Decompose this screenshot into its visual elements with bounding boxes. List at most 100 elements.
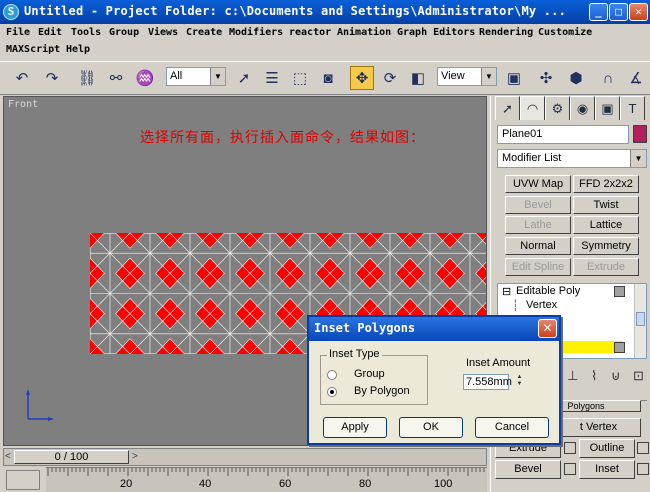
modifier-list-label: Modifier List — [502, 152, 562, 164]
viewport-label[interactable]: Front — [8, 99, 38, 110]
ok-button[interactable]: OK — [399, 417, 463, 438]
display-tab-icon[interactable]: ▣ — [595, 96, 620, 120]
menu-group[interactable]: Group — [109, 27, 139, 38]
select-and-manipulate-icon[interactable]: ✣ — [534, 66, 558, 90]
reference-coordinate-dropdown[interactable]: View ▼ — [437, 67, 497, 86]
configure-sets-icon[interactable]: ⊡ — [633, 368, 644, 384]
menu-modifiers[interactable]: Modifiers — [229, 27, 283, 38]
radio-by-polygon[interactable] — [327, 387, 337, 397]
select-and-link-icon[interactable]: ⛓ — [75, 66, 99, 90]
create-tab-icon[interactable]: ➚ — [495, 96, 520, 120]
outline-button[interactable]: Outline — [579, 439, 635, 458]
modifier-button-lattice[interactable]: Lattice — [573, 216, 639, 234]
object-name-field[interactable]: Plane01 — [497, 125, 629, 144]
close-window-button[interactable]: ✕ — [629, 3, 648, 21]
apply-button[interactable]: Apply — [323, 417, 387, 438]
modify-tab-icon[interactable]: ◠ — [520, 96, 545, 120]
command-panel-tabs: ➚ ◠ ⚙ ◉ ▣ T — [495, 96, 647, 120]
cancel-button[interactable]: Cancel — [475, 417, 549, 438]
selection-filter-dropdown[interactable]: All ▼ — [166, 67, 226, 86]
stack-item-toggle-icon[interactable] — [614, 286, 625, 297]
extrude-settings-icon[interactable] — [564, 442, 576, 454]
key-filter-icon[interactable] — [6, 470, 40, 490]
pin-stack-icon[interactable]: ⊥ — [567, 368, 578, 384]
radio-group-label[interactable]: Group — [354, 368, 385, 380]
selection-filter-value: All — [170, 70, 183, 82]
inset-amount-spinner[interactable]: 7.558mm — [463, 374, 512, 390]
chevron-down-icon: ▼ — [630, 150, 646, 167]
menu-customize[interactable]: Customize — [538, 27, 592, 38]
bevel-button[interactable]: Bevel — [495, 460, 561, 479]
select-and-move-icon[interactable]: ✥ — [350, 66, 374, 90]
menu-graph-editors[interactable]: Graph Editors — [397, 27, 475, 38]
show-end-result-icon[interactable]: ⌇ — [591, 368, 597, 384]
motion-tab-icon[interactable]: ◉ — [570, 96, 595, 120]
menu-file[interactable]: File — [6, 27, 30, 38]
menu-tools[interactable]: Tools — [71, 27, 101, 38]
inset-settings-icon[interactable] — [637, 463, 649, 475]
redo-icon[interactable]: ↷ — [40, 66, 64, 90]
pivot-center-icon[interactable]: ▣ — [502, 66, 526, 90]
tutorial-annotation: 选择所有面，执行插入面命令，结果如图： — [140, 130, 425, 146]
minimize-button[interactable]: _ — [589, 3, 608, 21]
chevron-down-icon: ▼ — [481, 68, 496, 85]
menu-reactor[interactable]: reactor — [289, 27, 331, 38]
next-frame-arrow[interactable]: > — [132, 451, 138, 462]
modifier-button-uvw-map[interactable]: UVW Map — [505, 175, 571, 193]
stack-item-toggle-icon[interactable] — [614, 342, 625, 353]
stack-scrollbar[interactable] — [634, 284, 646, 358]
inset-polygons-dialog: Inset Polygons ✕ Inset Type Group By Pol… — [307, 315, 561, 445]
scrollbar-thumb[interactable] — [636, 312, 645, 326]
select-by-name-icon[interactable]: ☰ — [260, 66, 284, 90]
menu-views[interactable]: Views — [148, 27, 178, 38]
rectangular-selection-icon[interactable]: ⬚ — [288, 66, 312, 90]
time-slider-thumb[interactable]: 0 / 100 — [14, 450, 129, 464]
menu-maxscript[interactable]: MAXScript — [6, 44, 60, 55]
unlink-icon[interactable]: ⚯ — [104, 66, 128, 90]
menu-rendering[interactable]: Rendering — [479, 27, 533, 38]
outline-settings-icon[interactable] — [637, 442, 649, 454]
track-ruler[interactable]: 20 40 60 80 100 — [46, 467, 487, 492]
snaps-toggle-icon[interactable]: ∩ — [596, 66, 620, 90]
keyboard-shortcut-override-icon[interactable]: ⬢ — [564, 66, 588, 90]
object-color-swatch[interactable] — [633, 125, 647, 143]
bind-to-space-warp-icon[interactable]: ♒ — [133, 66, 157, 90]
undo-icon[interactable]: ↶ — [10, 66, 34, 90]
maximize-button[interactable]: □ — [609, 3, 628, 21]
modifier-list-dropdown[interactable]: Modifier List ▼ — [497, 149, 647, 168]
utilities-tab-icon[interactable]: T — [620, 96, 645, 120]
select-and-rotate-icon[interactable]: ⟳ — [378, 66, 402, 90]
stack-subitem-vertex[interactable]: Vertex — [526, 299, 557, 311]
menu-animation[interactable]: Animation — [337, 27, 391, 38]
bevel-settings-icon[interactable] — [564, 463, 576, 475]
stack-item-editable-poly[interactable]: Editable Poly — [516, 285, 580, 297]
menu-help[interactable]: Help — [66, 44, 90, 55]
window-crossing-icon[interactable]: ◙ — [316, 66, 340, 90]
time-slider[interactable]: < 0 / 100 > — [3, 448, 487, 466]
dialog-close-button[interactable]: ✕ — [538, 319, 557, 338]
inset-amount-label: Inset Amount — [466, 357, 531, 369]
modifier-button-twist[interactable]: Twist — [573, 196, 639, 214]
spinner-arrows-icon[interactable]: ▲ ▼ — [515, 374, 524, 390]
insert-vertex-button[interactable]: t Vertex — [556, 418, 641, 437]
modifier-button-bevel: Bevel — [505, 196, 571, 214]
angle-snap-icon[interactable]: ∡ — [624, 66, 648, 90]
stack-expand-icon[interactable]: ⊟ — [502, 285, 511, 298]
modifier-button-normal[interactable]: Normal — [505, 237, 571, 255]
hierarchy-tab-icon[interactable]: ⚙ — [545, 96, 570, 120]
radio-by-polygon-label[interactable]: By Polygon — [354, 385, 410, 397]
radio-group[interactable] — [327, 370, 337, 380]
menu-edit[interactable]: Edit — [38, 27, 62, 38]
select-object-icon[interactable]: ➚ — [232, 66, 256, 90]
menu-bar: File Edit Tools Group Views Create Modif… — [0, 25, 650, 61]
make-unique-icon[interactable]: ⊍ — [611, 368, 621, 384]
app-icon[interactable]: S — [3, 4, 19, 20]
inset-type-label: Inset Type — [327, 348, 382, 360]
modifier-button-symmetry[interactable]: Symmetry — [573, 237, 639, 255]
modifier-button-ffd[interactable]: FFD 2x2x2 — [573, 175, 639, 193]
select-and-scale-icon[interactable]: ◧ — [406, 66, 430, 90]
prev-frame-arrow[interactable]: < — [5, 451, 11, 462]
menu-create[interactable]: Create — [186, 27, 222, 38]
inset-button[interactable]: Inset — [579, 460, 635, 479]
track-bar[interactable]: 20 40 60 80 100 — [0, 467, 487, 492]
